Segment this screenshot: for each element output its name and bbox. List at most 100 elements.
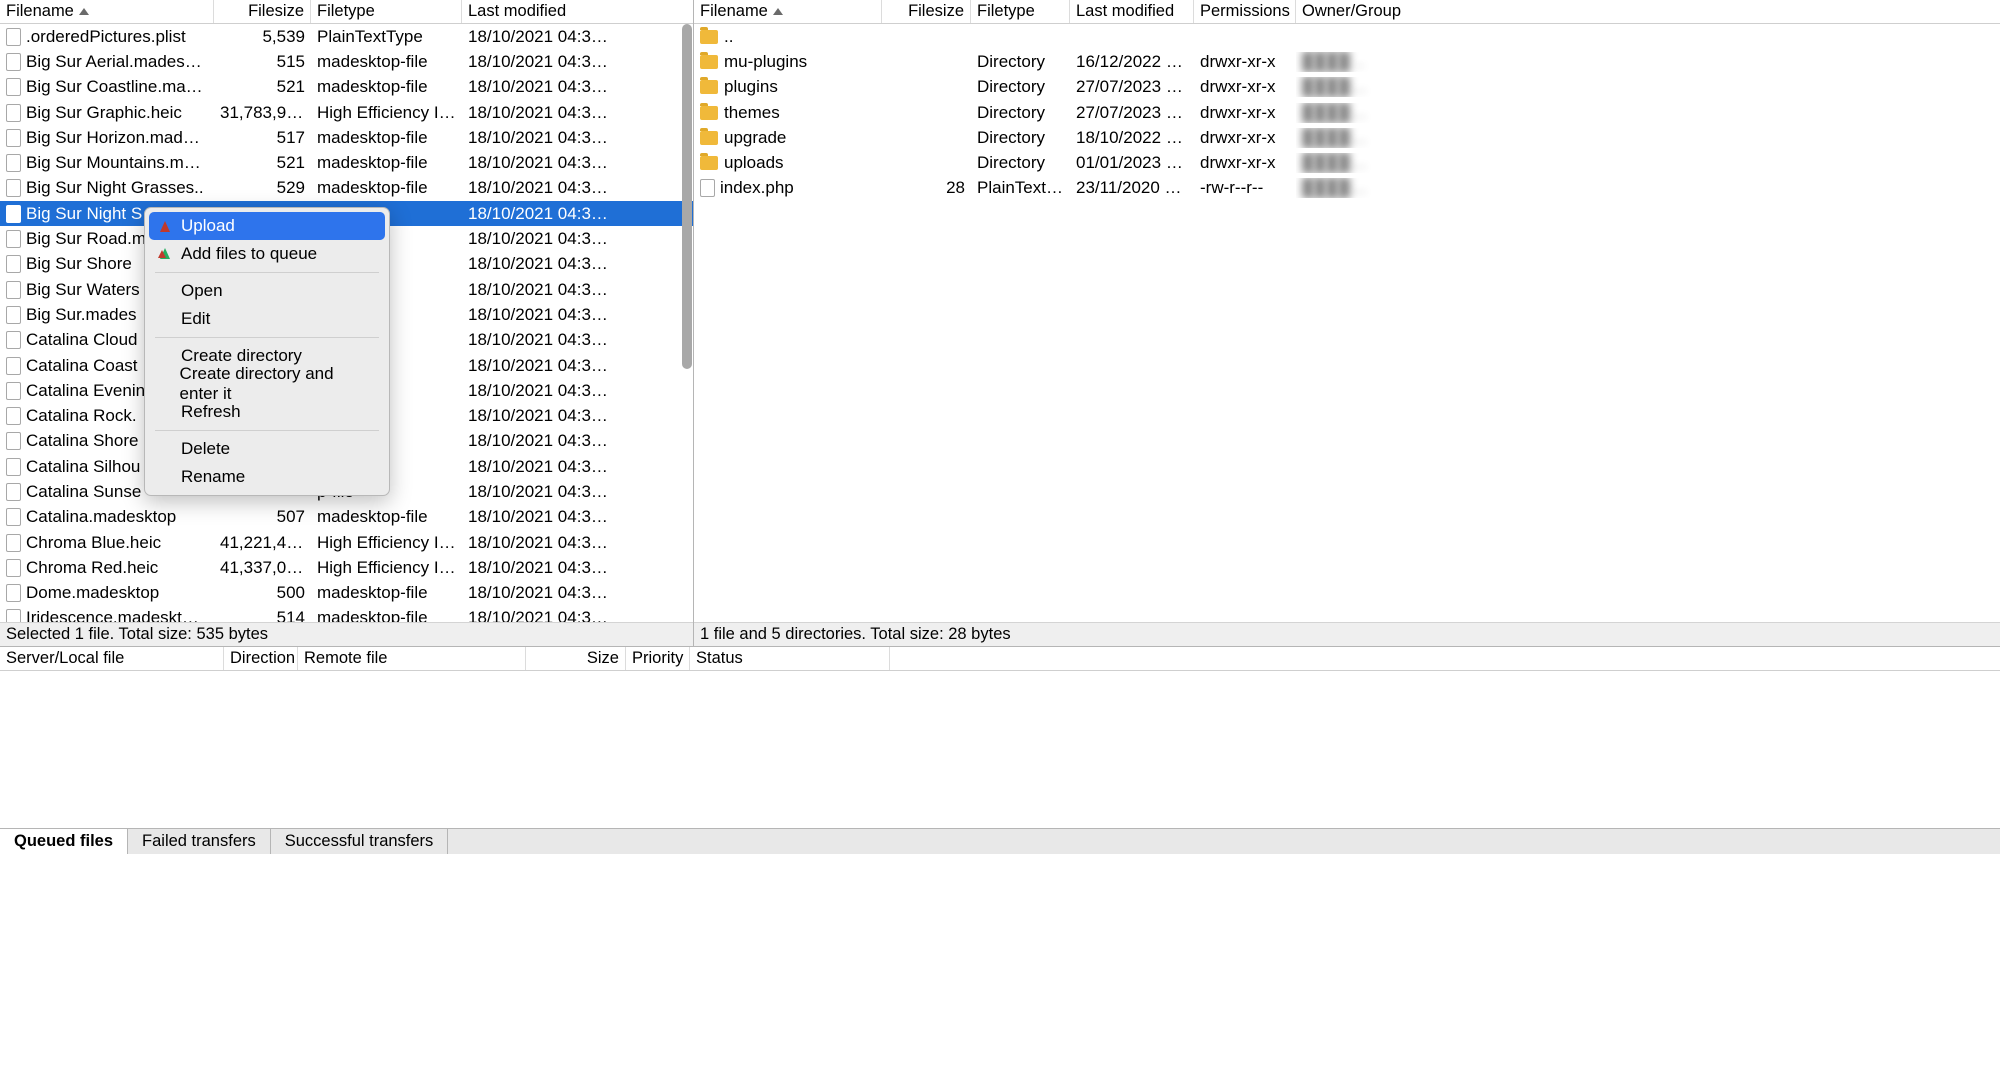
file-icon bbox=[6, 584, 21, 602]
file-name: Catalina Shore bbox=[26, 431, 138, 451]
qcol-prio[interactable]: Priority bbox=[626, 647, 690, 670]
file-icon bbox=[6, 508, 21, 526]
file-type: Directory bbox=[971, 52, 1070, 72]
file-icon bbox=[6, 534, 21, 552]
file-perm: drwxr-xr-x bbox=[1194, 153, 1296, 173]
file-row[interactable]: Chroma Red.heic41,337,084High Efficiency… bbox=[0, 555, 693, 580]
file-perm: drwxr-xr-x bbox=[1194, 77, 1296, 97]
file-icon bbox=[6, 205, 21, 223]
qcol-size[interactable]: Size bbox=[526, 647, 626, 670]
rcol-owner[interactable]: Owner/Group bbox=[1296, 0, 2000, 23]
file-row[interactable]: Big Sur Horizon.mad…517madesktop-file18/… bbox=[0, 125, 693, 150]
file-row[interactable]: .orderedPictures.plist5,539PlainTextType… bbox=[0, 24, 693, 49]
queue-body[interactable] bbox=[0, 671, 2000, 828]
file-type: Directory bbox=[971, 103, 1070, 123]
file-size: 529 bbox=[214, 178, 311, 198]
qcol-rf[interactable]: Remote file bbox=[298, 647, 526, 670]
file-type: madesktop-file bbox=[311, 583, 462, 603]
ctx-open[interactable]: Open bbox=[145, 277, 389, 305]
col-filename[interactable]: Filename bbox=[0, 0, 214, 23]
file-row[interactable]: uploadsDirectory01/01/2023 0…drwxr-xr-x█… bbox=[694, 150, 2000, 175]
ctx-add-queue[interactable]: Add files to queue bbox=[145, 240, 389, 268]
col-filesize[interactable]: Filesize bbox=[214, 0, 311, 23]
col-filetype[interactable]: Filetype bbox=[311, 0, 462, 23]
file-modified: 01/01/2023 0… bbox=[1070, 153, 1194, 173]
file-name: Big Sur Waters bbox=[26, 280, 140, 300]
local-scrollbar[interactable] bbox=[680, 24, 693, 622]
remote-file-list[interactable]: ..mu-pluginsDirectory16/12/2022 0…drwxr-… bbox=[694, 24, 2000, 622]
tab-success[interactable]: Successful transfers bbox=[271, 829, 449, 854]
file-row[interactable]: Catalina.madesktop507madesktop-file18/10… bbox=[0, 505, 693, 530]
file-row[interactable]: Big Sur Graphic.heic31,783,920High Effic… bbox=[0, 100, 693, 125]
qcol-dir[interactable]: Direction bbox=[224, 647, 298, 670]
file-modified: 18/10/2021 04:3… bbox=[462, 229, 662, 249]
file-modified: 16/12/2022 0… bbox=[1070, 52, 1194, 72]
folder-icon bbox=[700, 55, 718, 69]
file-icon bbox=[700, 179, 715, 197]
qcol-status[interactable]: Status bbox=[690, 647, 890, 670]
folder-icon bbox=[700, 156, 718, 170]
file-name: Big Sur Road.m bbox=[26, 229, 146, 249]
file-icon bbox=[6, 331, 21, 349]
file-row[interactable]: Big Sur Coastline.ma…521madesktop-file18… bbox=[0, 75, 693, 100]
file-name: Iridescence.madeskt… bbox=[26, 608, 199, 622]
file-name: Big Sur Shore bbox=[26, 254, 132, 274]
file-row[interactable]: Big Sur Night Grasses..529madesktop-file… bbox=[0, 176, 693, 201]
file-name: .. bbox=[724, 27, 733, 47]
file-row[interactable]: themesDirectory27/07/2023 0…drwxr-xr-x██… bbox=[694, 100, 2000, 125]
file-type: madesktop-file bbox=[311, 77, 462, 97]
rcol-lastmod[interactable]: Last modified bbox=[1070, 0, 1194, 23]
ctx-upload[interactable]: Upload bbox=[149, 212, 385, 240]
file-row[interactable]: index.php28PlainTextT…23/11/2020 1…-rw-r… bbox=[694, 176, 2000, 201]
file-name: Catalina Evenin bbox=[26, 381, 145, 401]
file-row[interactable]: upgradeDirectory18/10/2022 0…drwxr-xr-x█… bbox=[694, 125, 2000, 150]
folder-icon bbox=[700, 106, 718, 120]
file-icon bbox=[6, 154, 21, 172]
file-row[interactable]: Big Sur Mountains.m…521madesktop-file18/… bbox=[0, 150, 693, 175]
file-row[interactable]: Iridescence.madeskt…514madesktop-file18/… bbox=[0, 606, 693, 622]
rcol-filename[interactable]: Filename bbox=[694, 0, 882, 23]
folder-icon bbox=[700, 80, 718, 94]
ctx-edit[interactable]: Edit bbox=[145, 305, 389, 333]
remote-status: 1 file and 5 directories. Total size: 28… bbox=[694, 622, 2000, 646]
rcol-filetype[interactable]: Filetype bbox=[971, 0, 1070, 23]
ctx-delete[interactable]: Delete bbox=[145, 435, 389, 463]
qcol-slf[interactable]: Server/Local file bbox=[0, 647, 224, 670]
tab-queued[interactable]: Queued files bbox=[0, 829, 128, 854]
file-name: Big Sur Aerial.mades… bbox=[26, 52, 202, 72]
col-lastmod[interactable]: Last modified bbox=[462, 0, 662, 23]
file-type: Directory bbox=[971, 128, 1070, 148]
file-row[interactable]: Dome.madesktop500madesktop-file18/10/202… bbox=[0, 581, 693, 606]
tab-failed[interactable]: Failed transfers bbox=[128, 829, 271, 854]
local-scroll-thumb[interactable] bbox=[682, 24, 692, 369]
file-row[interactable]: pluginsDirectory27/07/2023 0…drwxr-xr-x█… bbox=[694, 75, 2000, 100]
file-modified: 18/10/2021 04:3… bbox=[462, 431, 662, 451]
file-type: High Efficiency I… bbox=[311, 558, 462, 578]
file-type: High Efficiency I… bbox=[311, 103, 462, 123]
file-icon bbox=[6, 306, 21, 324]
ctx-rename[interactable]: Rename bbox=[145, 463, 389, 491]
file-type: madesktop-file bbox=[311, 608, 462, 622]
file-row[interactable]: Chroma Blue.heic41,221,497High Efficienc… bbox=[0, 530, 693, 555]
file-modified: 18/10/2021 04:3… bbox=[462, 406, 662, 426]
file-icon bbox=[6, 407, 21, 425]
file-size: 500 bbox=[214, 583, 311, 603]
file-modified: 18/10/2022 0… bbox=[1070, 128, 1194, 148]
ctx-create-enter[interactable]: Create directory and enter it bbox=[145, 370, 389, 398]
add-queue-icon bbox=[155, 244, 175, 264]
file-name: mu-plugins bbox=[724, 52, 807, 72]
file-modified: 27/07/2023 0… bbox=[1070, 77, 1194, 97]
file-size: 41,221,497 bbox=[214, 533, 311, 553]
file-name: Catalina Rock. bbox=[26, 406, 137, 426]
file-name: Dome.madesktop bbox=[26, 583, 159, 603]
file-row[interactable]: mu-pluginsDirectory16/12/2022 0…drwxr-xr… bbox=[694, 49, 2000, 74]
file-row[interactable]: Big Sur Aerial.mades…515madesktop-file18… bbox=[0, 49, 693, 74]
file-owner: ████ .. bbox=[1296, 52, 2000, 72]
file-name: Catalina Coast bbox=[26, 356, 138, 376]
file-name: Big Sur Night S bbox=[26, 204, 142, 224]
file-modified: 18/10/2021 04:3… bbox=[462, 27, 662, 47]
rcol-filesize[interactable]: Filesize bbox=[882, 0, 971, 23]
file-row[interactable]: .. bbox=[694, 24, 2000, 49]
rcol-perm[interactable]: Permissions bbox=[1194, 0, 1296, 23]
file-modified: 18/10/2021 04:3… bbox=[462, 558, 662, 578]
